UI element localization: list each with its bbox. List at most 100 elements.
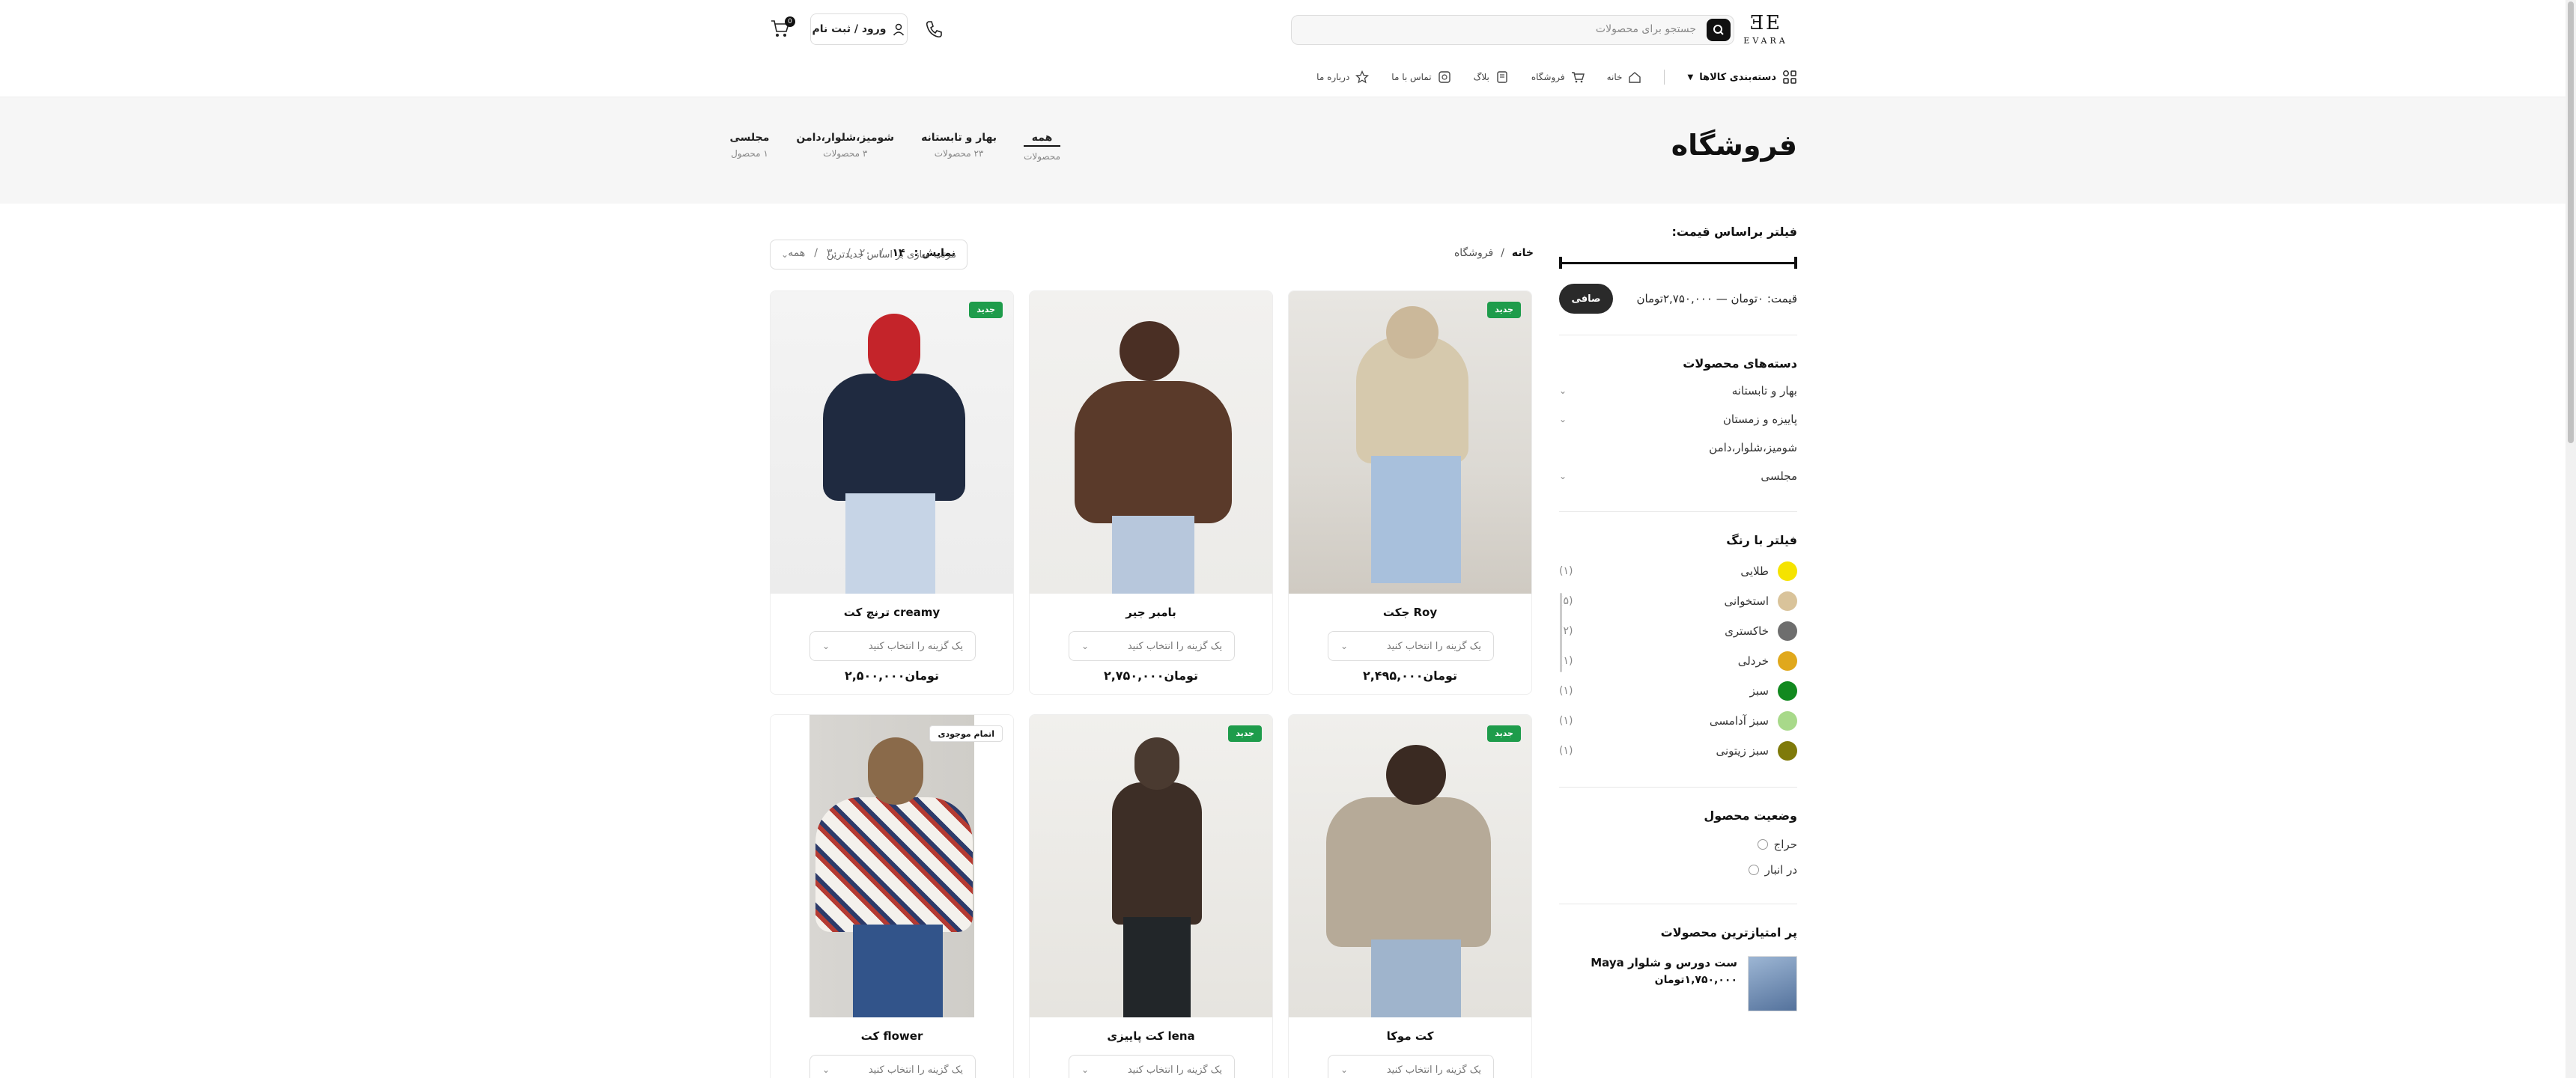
slider-handle-min[interactable] (1794, 257, 1797, 269)
nav-item-shop[interactable]: فروشگاه (1531, 70, 1585, 84)
product-card[interactable]: بامبر جیر یک گزینه را انتخاب کنید ⌄ ۲,۷۵۰,۰… (1029, 290, 1273, 695)
category-item[interactable]: بهار و تابستانه ⌄ (1559, 377, 1797, 405)
search-icon (1713, 25, 1724, 35)
tab-all[interactable]: همه محصولات (1024, 132, 1060, 162)
sidebar-scroll-indicator[interactable] (1560, 593, 1562, 672)
category-item[interactable]: پاییزه و زمستان ⌄ (1559, 405, 1797, 433)
breadcrumb-home[interactable]: خانه (1512, 247, 1534, 259)
nav-item-about[interactable]: درباره ما (1316, 70, 1370, 84)
product-card[interactable]: جدید جکت Roy یک گزینه را انتخاب کنید ⌄ ۲,۴۹۵… (1288, 290, 1532, 695)
tab-name: شومیز،شلوار،دامن (796, 132, 895, 144)
chevron-down-icon[interactable]: ⌄ (1559, 386, 1567, 396)
product-image[interactable] (771, 715, 1013, 1017)
slider-handle-max[interactable] (1559, 257, 1562, 269)
price-range-text: قیمت: ۰تومان — ۲,۷۵۰,۰۰۰تومان (1636, 292, 1797, 305)
color-filter-item[interactable]: طلایی (۱) (1559, 556, 1797, 586)
product-card[interactable]: جدید کت موکا یک گزینه را انتخاب کنید ⌄ (1288, 714, 1532, 1078)
tab-name: مجلسی (729, 132, 770, 144)
nav-categories[interactable]: دسته‌بندی کالاها ▼ (1687, 70, 1797, 85)
product-name[interactable]: بامبر جیر (1030, 606, 1272, 619)
top-product-price: ۱,۷۵۰,۰۰۰تومان (1654, 974, 1737, 986)
chevron-down-icon: ▼ (1687, 73, 1694, 82)
variant-select[interactable]: یک گزینه را انتخاب کنید ⌄ (809, 631, 976, 661)
site-logo[interactable]: ƎE EVARA (1739, 13, 1793, 48)
product-price: ۲,۵۰۰,۰۰۰تومان (844, 669, 940, 683)
category-label: مجلسی (1761, 469, 1797, 483)
color-label: خردلی (1737, 654, 1769, 668)
page-scrollbar[interactable] (2566, 0, 2576, 1078)
filter-button[interactable]: صافی (1559, 284, 1613, 314)
shop-cart-icon (1571, 72, 1585, 83)
chevron-down-icon[interactable]: ⌄ (1559, 414, 1567, 424)
nav-item-blog[interactable]: بلاگ (1474, 70, 1509, 84)
chevron-down-icon: ⌄ (1340, 1065, 1349, 1075)
variant-select[interactable]: یک گزینه را انتخاب کنید ⌄ (1069, 631, 1235, 661)
scrollbar-thumb[interactable] (2568, 1, 2574, 443)
tab-formal[interactable]: مجلسی ۱ محصول (730, 132, 770, 162)
sort-select[interactable]: مرتب سازی بر اساس جدیدترین ⌄ (770, 240, 967, 270)
divider (1559, 787, 1797, 788)
product-image[interactable] (1030, 291, 1272, 594)
nav-blog-label: بلاگ (1473, 72, 1489, 82)
color-filter-item[interactable]: خردلی(۱) (1559, 646, 1797, 676)
phone-icon[interactable] (923, 18, 945, 43)
search-button[interactable] (1707, 19, 1731, 41)
variant-select[interactable]: یک گزینه را انتخاب کنید ⌄ (1069, 1055, 1235, 1078)
product-name[interactable]: کت پاییزی lena (1030, 1029, 1272, 1043)
category-item[interactable]: مجلسی ⌄ (1559, 462, 1797, 490)
top-product-name[interactable]: ست دورس و شلوار Maya (1591, 956, 1737, 969)
breadcrumb-current: فروشگاه (1453, 247, 1494, 259)
product-thumbnail[interactable] (1748, 956, 1797, 1011)
chevron-down-icon[interactable]: ⌄ (1559, 471, 1567, 481)
product-name[interactable]: ترنچ کت creamy (771, 606, 1013, 619)
status-option-in-stock[interactable]: در انبار (1559, 857, 1797, 883)
product-image[interactable] (771, 291, 1013, 594)
product-image[interactable] (1289, 291, 1531, 594)
price-range-slider[interactable] (1559, 254, 1797, 272)
chevron-down-icon: ⌄ (1081, 1065, 1090, 1075)
top-rated-product[interactable]: ست دورس و شلوار Maya ۱,۷۵۰,۰۰۰تومان (1559, 956, 1797, 1011)
nav-shop-label: فروشگاه (1531, 72, 1565, 82)
tab-blouse-pants-skirt[interactable]: شومیز،شلوار،دامن ۳ محصولات (796, 132, 894, 162)
variant-select[interactable]: یک گزینه را انتخاب کنید ⌄ (809, 1055, 976, 1078)
category-item[interactable]: شومیز،شلوار،دامن (1559, 433, 1797, 462)
variant-select[interactable]: یک گزینه را انتخاب کنید ⌄ (1328, 1055, 1494, 1078)
color-filter-item[interactable]: سبز زیتونی (۱) (1559, 736, 1797, 766)
tab-count: ۱ محصول (731, 148, 768, 159)
product-price: ۲,۷۵۰,۰۰۰تومان (1103, 669, 1199, 683)
tab-count: ۲۳ محصولات (934, 148, 984, 159)
color-label: سبز آدامسی (1709, 714, 1769, 728)
radio-button[interactable] (1757, 839, 1768, 850)
product-badge: اتمام موجودی (929, 725, 1003, 742)
search-input[interactable]: جستجو برای محصولات (1596, 23, 1696, 35)
variant-select[interactable]: یک گزینه را انتخاب کنید ⌄ (1328, 631, 1494, 661)
color-swatch (1778, 561, 1797, 581)
product-card[interactable]: جدید ترنچ کت creamy یک گزینه را انتخاب کنی… (770, 290, 1014, 695)
product-image[interactable] (1030, 715, 1272, 1017)
tab-spring-summer[interactable]: بهار و تابستانه ۲۳ محصولات (921, 132, 997, 162)
login-register-button[interactable]: ورود / ثبت نام (810, 13, 908, 45)
color-filter-item[interactable]: استخوانی(۵) (1559, 586, 1797, 616)
product-card[interactable]: جدید کت پاییزی lena یک گزینه را انتخاب کنی… (1029, 714, 1273, 1078)
product-name[interactable]: کت flower (771, 1029, 1013, 1043)
cart-count-badge: 0 (785, 16, 795, 27)
product-name[interactable]: جکت Roy (1289, 606, 1531, 619)
color-label: سبز زیتونی (1716, 744, 1769, 758)
product-image[interactable] (1289, 715, 1531, 1017)
filter-sidebar: فیلتر براساس قیمت: قیمت: ۰تومان — ۲,۷۵۰,… (1559, 225, 1797, 1011)
search-bar[interactable]: جستجو برای محصولات (1291, 15, 1734, 45)
status-label: در انبار (1764, 863, 1797, 877)
nav-item-contact[interactable]: تماس با ما (1391, 70, 1450, 84)
status-option-sale[interactable]: حراج (1559, 832, 1797, 857)
color-filter-item[interactable]: سبز (۱) (1559, 676, 1797, 706)
color-filter-item[interactable]: خاکستری(۲) (1559, 616, 1797, 646)
color-filter-item[interactable]: سبز آدامسی (۱) (1559, 706, 1797, 736)
price-row: قیمت: ۰تومان — ۲,۷۵۰,۰۰۰تومان صافی (1559, 284, 1797, 314)
chevron-down-icon: ⌄ (1340, 641, 1349, 651)
radio-button[interactable] (1748, 865, 1759, 875)
nav-item-home[interactable]: خانه (1607, 70, 1642, 84)
product-name[interactable]: کت موکا (1289, 1029, 1531, 1043)
top-rated-title: پر امتیازترین محصولات (1660, 925, 1797, 940)
category-tabs: همه محصولات بهار و تابستانه ۲۳ محصولات ش… (730, 132, 1060, 162)
product-card[interactable]: اتمام موجودی کت flower یک گزینه را انتخاب … (770, 714, 1014, 1078)
